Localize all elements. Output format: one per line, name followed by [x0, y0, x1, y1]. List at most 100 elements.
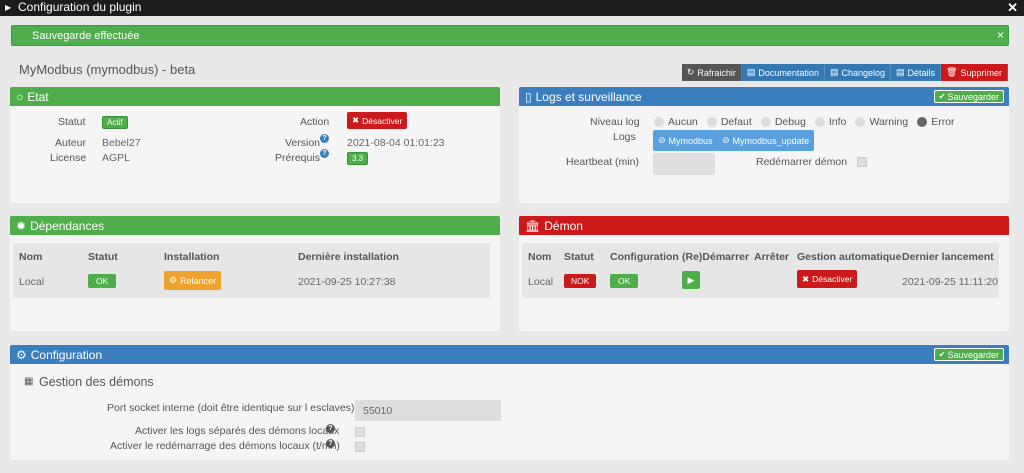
cogs-icon: ⚙ — [16, 347, 27, 362]
desactiver-button[interactable]: ✖ Désactiver — [347, 112, 408, 129]
close-icon[interactable]: ✕ — [1007, 0, 1018, 15]
dependances-panel-header: ✹ Dépendances — [10, 216, 500, 235]
details-label: Détails — [907, 67, 936, 78]
save-label: Sauvegarder — [947, 349, 999, 360]
table-header: Statut — [88, 251, 118, 263]
section-title: Gestion des démons — [39, 375, 154, 389]
prerequis-badge: 3.3 — [347, 152, 369, 165]
etat-title: Etat — [27, 89, 49, 104]
question-icon[interactable]: ? — [326, 424, 335, 433]
table-header: Configuration — [610, 251, 679, 263]
question-icon[interactable]: ? — [326, 439, 335, 448]
etat-panel-header: ○ Etat — [10, 87, 500, 106]
changelog-button[interactable]: ▤ Changelog — [824, 64, 892, 81]
demon-title: Démon — [544, 218, 583, 233]
check-icon: ✔ — [938, 350, 946, 359]
bank-icon: 🏛 — [525, 218, 541, 233]
paperclip-icon: ⊘ — [658, 135, 666, 145]
table-header: (Re)Démarrer — [682, 251, 750, 263]
radio-warning[interactable]: Warning — [855, 116, 908, 128]
radio-label: Warning — [869, 116, 909, 128]
redemarrage-checkbox[interactable] — [355, 442, 365, 452]
configuration-title: Configuration — [30, 347, 103, 362]
bicycle-icon: ⚙ — [169, 275, 178, 285]
book-icon: ▤ — [829, 67, 839, 77]
relancer-button[interactable]: ⚙ Relancer — [164, 271, 222, 290]
gestion-desactiver-button[interactable]: ✖ Désactiver — [797, 270, 858, 288]
logs-panel: ▯ Logs et surveillance ✔ Sauvegarder Nive… — [519, 87, 1009, 203]
redemarrer-checkbox[interactable] — [857, 157, 867, 167]
documentation-button[interactable]: ▤ Documentation — [741, 64, 825, 81]
play-icon[interactable]: ▶ — [682, 271, 700, 289]
book-icon: ▤ — [746, 67, 756, 77]
configuration-panel-header: ⚙ Configuration ✔ Sauvegarder — [10, 345, 1009, 364]
radio-debug[interactable]: Debug — [760, 116, 806, 128]
trash-icon: 🗑 — [946, 67, 958, 77]
plugin-toolbar: ↻ Rafraichir ▤ Documentation ▤ Changelog ▤ D… — [681, 64, 1008, 81]
paperclip-icon: ⊘ — [722, 135, 730, 145]
table-header: Statut — [564, 251, 594, 263]
help-icon[interactable]: ? — [320, 134, 329, 143]
radio-aucun[interactable]: Aucun — [654, 116, 698, 128]
radio-label: Info — [828, 116, 847, 128]
help-icon[interactable]: ? — [320, 149, 329, 158]
logs-title: Logs et surveillance — [535, 89, 642, 104]
refresh-label: Rafraichir — [697, 67, 736, 78]
demon-config-ok: OK — [610, 274, 639, 288]
certificate-icon: ✹ — [16, 218, 27, 233]
demon-nom: Local — [528, 276, 554, 288]
dep-nom: Local — [19, 276, 45, 288]
x-icon: ✖ — [802, 273, 810, 284]
circle-icon: ○ — [16, 89, 24, 104]
dep-statut-ok: OK — [88, 274, 117, 288]
radio-error[interactable]: Error — [917, 116, 955, 128]
demon-statut-nok: NOK — [564, 274, 597, 288]
version-value: 2021-08-04 01:01:23 — [347, 137, 445, 149]
config-save-button[interactable]: ✔ Sauvegarder — [933, 348, 1004, 361]
logs-save-button[interactable]: ✔ Sauvegarder — [933, 90, 1004, 103]
radio-label: Defaut — [720, 116, 752, 128]
log-mymodbus-button[interactable]: ⊘ Mymodbus — [653, 130, 718, 151]
table-header: Dernier lancement — [902, 251, 994, 263]
logs-separes-checkbox[interactable] — [355, 427, 365, 437]
port-label: Port socket interne (doit être identique… — [107, 402, 355, 414]
dependances-title: Dépendances — [30, 218, 105, 233]
refresh-icon: ↻ — [686, 67, 695, 77]
demon-table: Nom Statut Configuration (Re)Démarrer Ar… — [522, 243, 999, 298]
configuration-panel: ⚙ Configuration ✔ Sauvegarder ▦ Gestion d… — [10, 345, 1009, 460]
niveau-log-label: Niveau log — [590, 116, 640, 128]
prerequis-label: Prérequis — [275, 152, 320, 164]
window-titlebar: ▶ Configuration du plugin ✕ — [0, 0, 1024, 16]
desactiver-label: Désactiver — [362, 115, 403, 126]
plugin-title: MyModbus (mymodbus) - beta — [19, 62, 196, 77]
x-icon: ✖ — [352, 115, 360, 125]
gestion-label: Désactiver — [812, 274, 853, 284]
delete-label: Supprimer — [960, 67, 1002, 78]
radio-info[interactable]: Info — [814, 116, 847, 128]
radio-label: Error — [931, 116, 955, 128]
heartbeat-label: Heartbeat (min) — [566, 156, 639, 168]
changelog-label: Changelog — [841, 67, 886, 78]
check-icon: ✔ — [938, 92, 946, 101]
log-level-radio-group: Aucun Defaut Debug Info Warning Error — [654, 116, 961, 130]
radio-defaut[interactable]: Defaut — [706, 116, 752, 128]
etat-panel: ○ Etat Statut Actif Auteur Bebel27 Licen… — [10, 87, 500, 203]
license-value: AGPL — [102, 152, 131, 164]
save-label: Sauvegarder — [947, 91, 999, 102]
alert-close-button[interactable]: × — [997, 28, 1004, 42]
table-header: Nom — [19, 251, 43, 263]
window-title: Configuration du plugin — [18, 0, 142, 14]
heartbeat-input[interactable] — [653, 153, 715, 175]
dependances-panel: ✹ Dépendances Nom Statut Installation De… — [10, 216, 500, 331]
port-value: 55010 — [363, 405, 393, 417]
logs-label: Logs — [613, 131, 636, 143]
log-mymodbus-update-button[interactable]: ⊘ Mymodbus_update — [717, 130, 815, 151]
demon-date: 2021-09-25 11:11:20 — [902, 276, 998, 288]
table-header: Installation — [164, 251, 220, 263]
details-button[interactable]: ▤ Détails — [891, 64, 942, 81]
port-input[interactable]: 55010 — [355, 400, 501, 421]
table-header: Arrêter — [754, 251, 790, 263]
refresh-button[interactable]: ↻ Rafraichir — [681, 64, 742, 81]
delete-button[interactable]: 🗑 Supprimer — [941, 64, 1008, 81]
logs-separes-label: Activer les logs séparés des démons loca… — [135, 425, 340, 437]
